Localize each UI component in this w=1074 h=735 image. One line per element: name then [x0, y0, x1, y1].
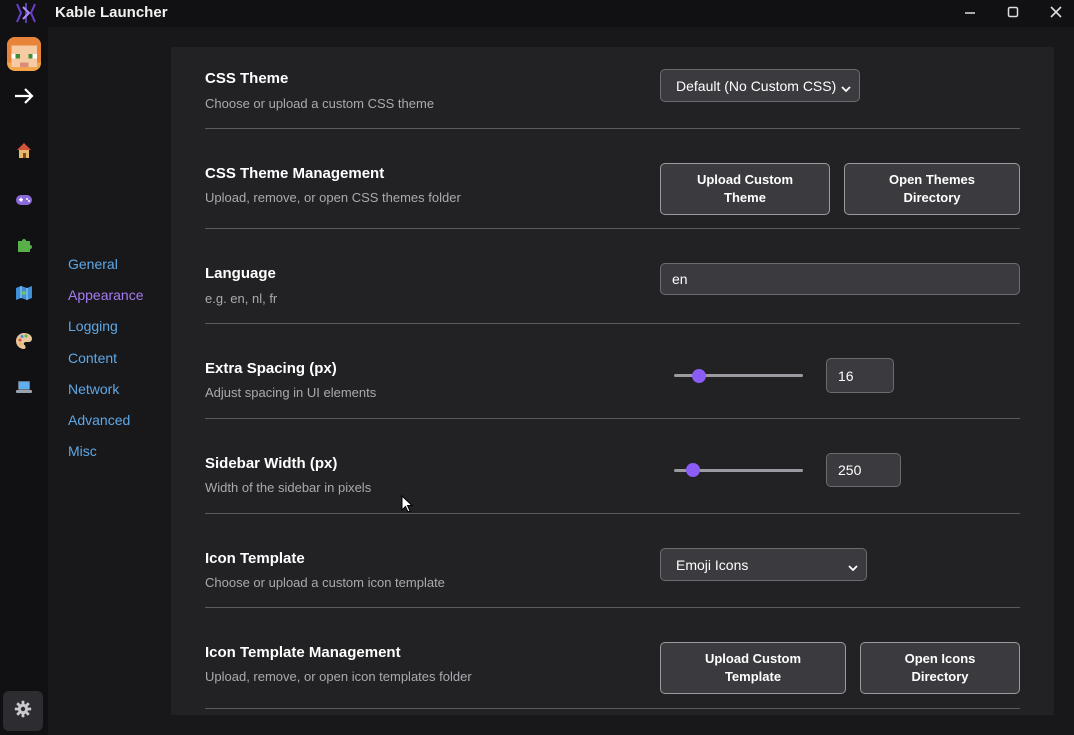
rail-mods-button[interactable] — [6, 229, 42, 265]
subnav-network[interactable]: Network — [68, 379, 144, 410]
app-title: Kable Launcher — [55, 4, 168, 21]
mouse-cursor-icon — [401, 494, 414, 519]
button-label-line: Theme — [724, 190, 766, 205]
rail-themes-button[interactable] — [6, 325, 42, 361]
rail-settings-button[interactable] — [3, 691, 43, 731]
divider — [205, 607, 1020, 608]
maximize-icon — [1007, 5, 1019, 23]
palette-emoji-icon — [15, 332, 33, 355]
subnav-content[interactable]: Content — [68, 348, 144, 379]
settings-subnav: General Appearance Logging Content Netwo… — [68, 254, 144, 472]
minimize-icon — [964, 5, 976, 23]
divider — [205, 228, 1020, 229]
close-button[interactable] — [1034, 0, 1074, 27]
icon-template-title: Icon Template — [205, 550, 305, 567]
chevron-down-icon — [841, 81, 851, 97]
css-theme-mgmt-title: CSS Theme Management — [205, 165, 385, 182]
title-bar: Kable Launcher — [0, 0, 1074, 27]
button-label-line: Open Themes — [889, 172, 975, 187]
house-emoji-icon — [15, 141, 33, 164]
upload-custom-theme-button[interactable]: Upload Custom Theme — [660, 163, 830, 215]
chevron-down-icon — [848, 560, 858, 576]
language-desc: e.g. en, nl, fr — [205, 291, 278, 306]
divider — [205, 708, 1020, 709]
rail-games-button[interactable] — [6, 184, 42, 220]
subnav-advanced[interactable]: Advanced — [68, 410, 144, 441]
subnav-logging[interactable]: Logging — [68, 316, 144, 347]
button-label-line: Upload Custom — [696, 172, 794, 187]
icon-template-desc: Choose or upload a custom icon template — [205, 575, 445, 590]
subnav-appearance[interactable]: Appearance — [68, 285, 144, 316]
rail-maps-button[interactable] — [6, 277, 42, 313]
minimize-button[interactable] — [948, 0, 992, 27]
rail-home-button[interactable] — [6, 134, 42, 170]
puzzle-emoji-icon — [15, 236, 33, 259]
avatar[interactable] — [7, 37, 41, 71]
extra-spacing-value: 16 — [838, 367, 854, 384]
button-label-line: Template — [724, 669, 782, 684]
extra-spacing-title: Extra Spacing (px) — [205, 360, 337, 377]
language-title: Language — [205, 265, 276, 282]
css-theme-selected: Default (No Custom CSS) — [676, 77, 837, 94]
extra-spacing-desc: Adjust spacing in UI elements — [205, 385, 377, 400]
extra-spacing-input[interactable]: 16 — [826, 358, 894, 393]
css-theme-select[interactable]: Default (No Custom CSS) — [660, 69, 860, 102]
divider — [205, 513, 1020, 514]
upload-custom-template-button[interactable]: Upload Custom Template — [660, 642, 846, 694]
css-theme-title: CSS Theme — [205, 70, 289, 87]
sidebar-width-desc: Width of the sidebar in pixels — [205, 480, 372, 495]
laptop-emoji-icon — [15, 380, 33, 400]
button-label-line: Upload Custom — [704, 651, 802, 666]
language-input[interactable]: en — [660, 263, 1020, 295]
kable-logo-icon — [13, 1, 39, 25]
css-theme-mgmt-desc: Upload, remove, or open CSS themes folde… — [205, 190, 461, 205]
subnav-general[interactable]: General — [68, 254, 144, 285]
divider — [205, 128, 1020, 129]
button-label-line: Directory — [911, 669, 969, 684]
icon-template-selected: Emoji Icons — [676, 556, 749, 573]
open-icons-directory-button[interactable]: Open Icons Directory — [860, 642, 1020, 694]
icon-template-mgmt-desc: Upload, remove, or open icon templates f… — [205, 669, 472, 684]
css-theme-desc: Choose or upload a custom CSS theme — [205, 96, 435, 111]
open-themes-directory-button[interactable]: Open Themes Directory — [844, 163, 1020, 215]
divider — [205, 323, 1020, 324]
maximize-button[interactable] — [991, 0, 1035, 27]
sidebar-width-slider-thumb[interactable] — [685, 463, 700, 477]
language-value: en — [672, 271, 688, 287]
arrow-right-icon — [13, 86, 35, 111]
sidebar-width-value: 250 — [838, 462, 862, 478]
sidebar-width-input[interactable]: 250 — [826, 453, 901, 487]
icon-template-mgmt-title: Icon Template Management — [205, 644, 401, 661]
rail-system-button[interactable] — [6, 372, 42, 408]
button-label-line: Directory — [903, 190, 961, 205]
close-icon — [1050, 5, 1062, 23]
rail-back-button[interactable] — [6, 80, 42, 116]
icon-template-select[interactable]: Emoji Icons — [660, 548, 867, 581]
map-emoji-icon — [15, 285, 33, 306]
sidebar-width-title: Sidebar Width (px) — [205, 455, 338, 472]
gamepad-emoji-icon — [15, 193, 33, 212]
divider — [205, 418, 1020, 419]
gear-icon — [14, 700, 32, 723]
settings-panel — [171, 47, 1054, 715]
button-label-line: Open Icons — [904, 651, 976, 666]
subnav-misc[interactable]: Misc — [68, 441, 144, 472]
player-avatar-icon — [7, 37, 41, 71]
